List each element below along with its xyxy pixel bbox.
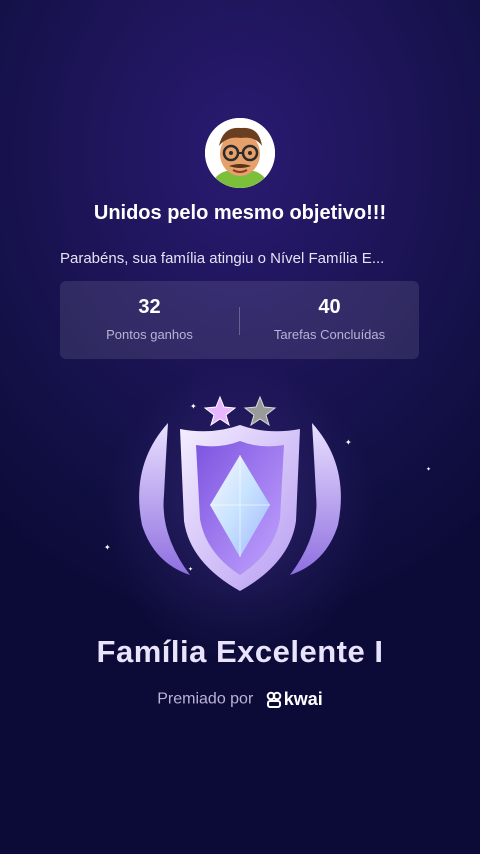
- stat-points-value: 32: [138, 296, 161, 318]
- congrats-message: Parabéns, sua família atingiu o Nível Fa…: [60, 250, 385, 267]
- stat-points: 32 Pontos ganhos: [60, 281, 239, 359]
- sparkle-icon: ✦: [426, 467, 432, 473]
- award-prefix: Premiado por: [157, 690, 254, 708]
- avatar[interactable]: [205, 118, 275, 188]
- sparkle-icon: ✦: [104, 543, 111, 552]
- stat-points-label: Pontos ganhos: [106, 327, 193, 342]
- cartoon-man-avatar-icon: [205, 118, 275, 188]
- stat-tasks-label: Tarefas Concluídas: [273, 327, 386, 342]
- level-badge: [120, 385, 360, 605]
- kwai-logo-icon: [266, 691, 282, 708]
- shield-crystal-badge-icon: [139, 395, 341, 591]
- level-name: Família Excelente I: [96, 634, 384, 669]
- stat-tasks-value: 40: [318, 296, 341, 318]
- kwai-brand: kwai: [266, 689, 323, 710]
- page-title: Unidos pelo mesmo objetivo!!!: [93, 202, 387, 224]
- stats-panel: 32 Pontos ganhos 40 Tarefas Concluídas: [60, 281, 419, 359]
- award-line: Premiado por kwai: [0, 689, 480, 710]
- stat-tasks: 40 Tarefas Concluídas: [240, 281, 419, 359]
- star-empty-icon: [243, 395, 277, 427]
- kwai-brand-text: kwai: [283, 689, 323, 709]
- star-filled-icon: [203, 395, 237, 427]
